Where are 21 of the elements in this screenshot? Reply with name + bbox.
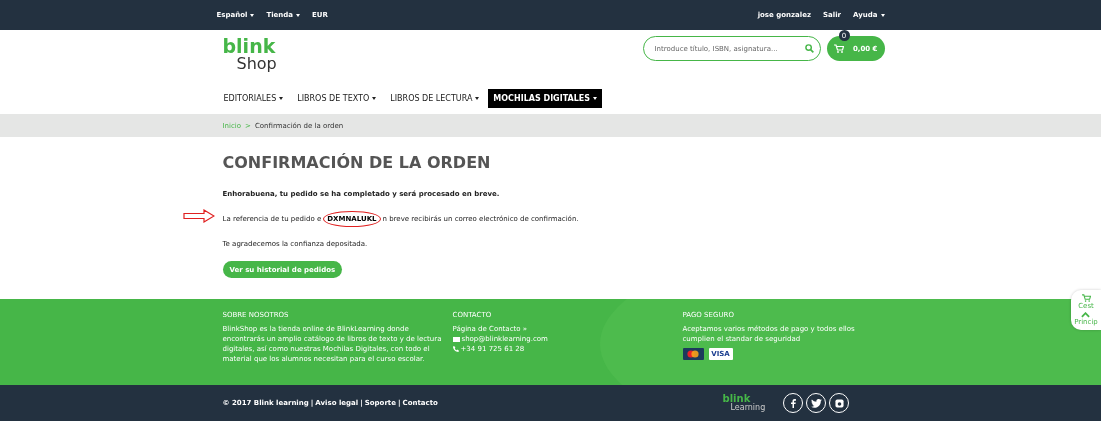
nav-menu-item[interactable]: MOCHILAS DIGITALES xyxy=(488,88,602,108)
arrow-annotation xyxy=(182,209,215,223)
phone-icon xyxy=(452,346,459,352)
chevron-up-icon xyxy=(1081,312,1091,318)
caret-icon xyxy=(279,96,284,100)
logo-subtitle: Shop xyxy=(235,56,277,72)
caret-icon xyxy=(475,96,480,100)
cart-icon xyxy=(1081,294,1091,302)
nav-menu-item[interactable]: LIBROS DE TEXTO xyxy=(292,88,382,108)
envelope-icon xyxy=(452,336,460,342)
page-title: CONFIRMACIÓN DE LA ORDEN xyxy=(222,153,492,172)
footer-logo-brand: blink xyxy=(722,394,751,403)
logo-brand: blink xyxy=(222,36,277,56)
cart-icon xyxy=(833,44,844,53)
caret-icon xyxy=(372,96,377,100)
footer-logo-subtitle: Learning xyxy=(730,403,766,412)
nav-menu-item[interactable]: EDITORIALES xyxy=(218,88,289,108)
caret-icon xyxy=(593,96,597,100)
card-logo-icon xyxy=(682,348,704,360)
nav-menu-item[interactable]: LIBROS DE LECTURA xyxy=(385,88,485,108)
search-icon[interactable] xyxy=(804,44,814,53)
